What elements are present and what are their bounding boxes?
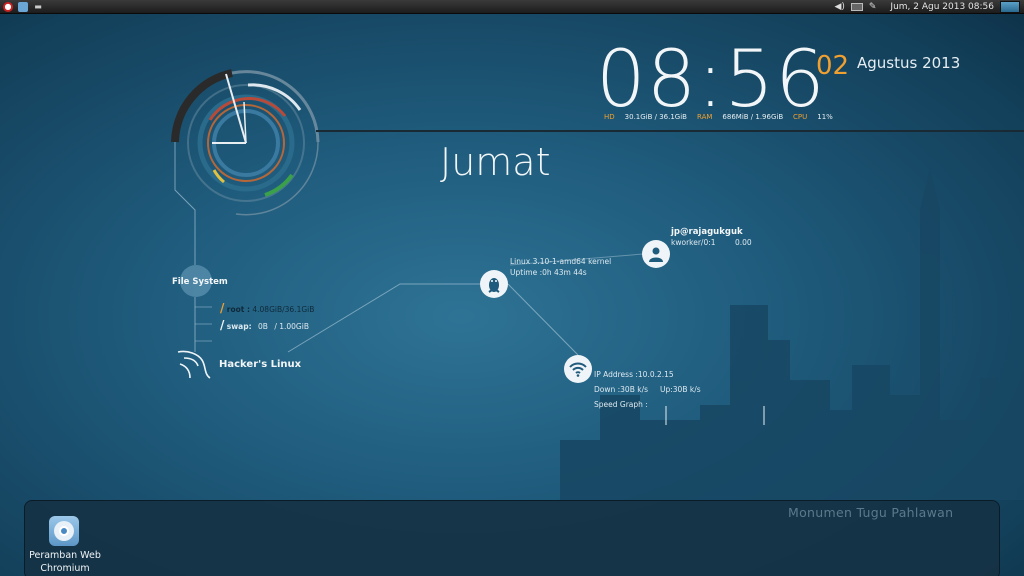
ip-address: IP Address :10.0.2.15 (594, 370, 674, 379)
swap-row: / swap: 0B / 1.00GiB (220, 318, 309, 332)
ram-stat: RAM 686MiB / 1.96GiB (697, 113, 783, 121)
speed-graph-label: Speed Graph : (594, 400, 648, 409)
cpu-stat: CPU 11% (793, 113, 833, 121)
clock-month-year: Agustus 2013 (857, 54, 961, 72)
tux-icon (480, 270, 508, 298)
hd-label: HD (604, 113, 615, 121)
divider-line (316, 130, 1024, 132)
swap-used: 0B (258, 322, 268, 331)
cpu-value: 11% (817, 113, 833, 121)
root-label: root : (226, 305, 250, 314)
top-process: kworker/0:1 (671, 238, 716, 247)
hd-value: 30.1GiB / 36.1GiB (624, 113, 687, 121)
root-slash: / (220, 301, 225, 315)
ram-value: 686MiB / 1.96GiB (722, 113, 784, 121)
swap-label: swap: (226, 322, 252, 331)
ring-widget (171, 69, 765, 425)
wallpaper-caption: Monumen Tugu Pahlawan (788, 505, 954, 520)
top-process-value: 0.00 (735, 238, 752, 247)
chromium-label-line2: Chromium (40, 563, 90, 574)
kali-dragon-icon (177, 350, 211, 379)
chromium-icon[interactable] (49, 516, 79, 546)
username: jp@rajagukguk (671, 227, 743, 237)
wifi-icon (564, 355, 592, 383)
clock-widget: 08:56 (596, 38, 826, 122)
swap-slash: / (220, 318, 225, 332)
upload-speed: Up:30B k/s (660, 385, 701, 394)
hd-stat: HD 30.1GiB / 36.1GiB (604, 113, 687, 121)
root-row: / root : 4.08GiB/36.1GiB (220, 301, 314, 315)
uptime: Uptime :0h 43m 44s (510, 268, 587, 277)
cpu-label: CPU (793, 113, 808, 121)
clock-time: 08:56 (596, 35, 826, 125)
download-speed: Down :30B k/s (594, 385, 649, 394)
swap-total: / 1.00GiB (274, 322, 309, 331)
user-icon (642, 240, 670, 268)
kernel-version: Linux 3.10-1-amd64 kernel (510, 257, 612, 266)
ram-label: RAM (697, 113, 713, 121)
chromium-launcher-label[interactable]: Peramban Web Chromium (28, 549, 102, 575)
weekday: Jumat (440, 140, 551, 184)
root-value: 4.08GiB/36.1GiB (252, 305, 315, 314)
chromium-label-line1: Peramban Web (29, 550, 101, 561)
hacker-label: Hacker's Linux (219, 359, 302, 370)
filesystem-title: File System (172, 277, 228, 287)
clock-day: 02 (816, 51, 850, 81)
